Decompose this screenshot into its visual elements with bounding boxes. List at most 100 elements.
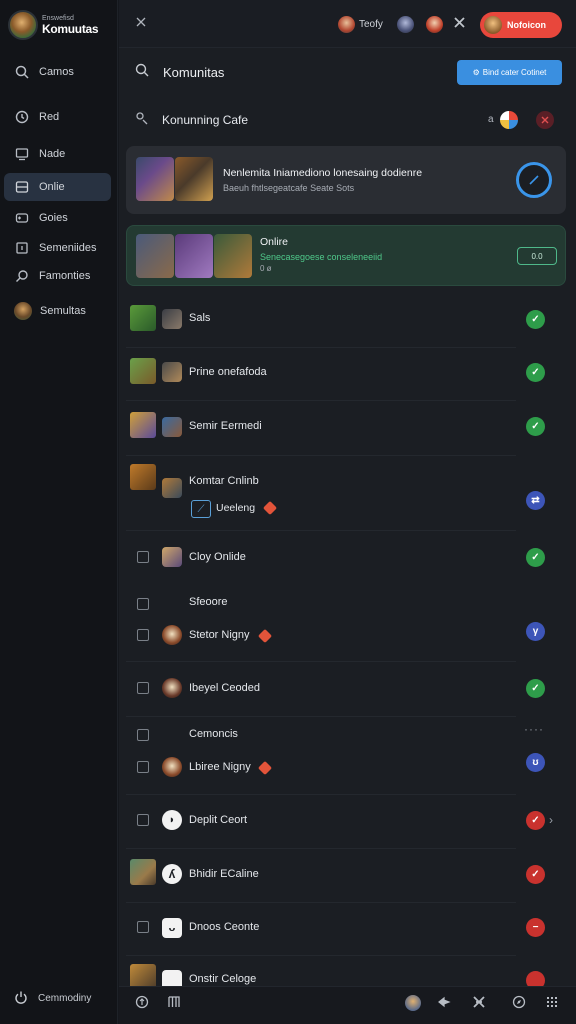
share-icon[interactable] [437,995,451,1012]
section-title: Konunning Cafe [162,113,249,127]
thumbnail [136,234,174,278]
checkbox[interactable] [137,551,149,563]
divider [126,902,516,903]
section-marker: a [488,114,494,125]
checkbox[interactable] [137,761,149,773]
check-icon[interactable] [516,162,552,198]
compass-icon[interactable] [512,995,526,1012]
row-label[interactable]: Stetor Nigny [189,629,250,641]
avatar [14,302,32,320]
columns-icon[interactable] [167,995,181,1012]
upload-icon[interactable] [135,995,149,1012]
divider [126,661,516,662]
row-label[interactable]: Dnoos Ceonte [189,921,259,933]
checkbox[interactable] [137,729,149,741]
user-icon[interactable]: ʊ [526,753,545,772]
avatar[interactable] [405,995,421,1011]
divider [126,400,516,401]
notify-label: Nofoicon [507,20,546,30]
sidebar-item-famonties[interactable]: Famonties [4,262,111,290]
sidebar-item-label: Semeniides [39,242,97,254]
sidebar-item-semultas[interactable]: Semultas [4,297,111,325]
avatar[interactable] [338,16,355,33]
divider [126,955,516,956]
card-subtitle: Baeuh fhtlsegeatcafe Seate Sots [223,183,355,193]
card-meta: 0 ø [260,264,272,273]
avatar [162,478,182,498]
close-icon[interactable] [453,16,466,32]
sidebar-item-onlie[interactable]: Onlie [4,173,111,201]
avatar [162,625,182,645]
sidebar-item-red[interactable]: Red [4,103,111,131]
chrome-icon[interactable] [500,111,518,129]
row-label[interactable]: Deplit Ceort [189,814,247,826]
sidebar-item-goies[interactable]: Goies [4,204,111,232]
divider [126,455,516,456]
alert-icon[interactable]: ✓ [526,865,545,884]
event-card[interactable]: Nenlemita Iniamediono lonesaing dodienre… [126,146,566,214]
divider [126,347,516,348]
brand-name: Komuutas [42,21,99,36]
user-icon[interactable]: γ [526,622,545,641]
row-label[interactable]: Prine onefafoda [189,366,267,378]
alert-icon[interactable]: ✓ [526,811,545,830]
shuffle-icon[interactable] [135,16,147,31]
app-icon: ʎ [162,864,182,884]
divider [126,848,516,849]
page-title: Komunitas [163,65,225,80]
row-label[interactable]: Ibeyel Ceoded [189,682,260,694]
row-label[interactable]: Komtar Cnlinb [189,475,259,487]
online-card[interactable]: Onlire Senecasegoese conseleneeiid 0 ø 0… [126,225,566,286]
avatar[interactable] [397,16,414,33]
more-icon[interactable]: ···· [524,722,544,736]
chevron-right-icon[interactable]: › [549,813,553,827]
row-label[interactable]: Onstir Celoge [189,973,256,985]
sidebar-item-label: Camos [39,66,74,78]
check-icon[interactable]: ✓ [526,548,545,567]
avatar [484,16,502,34]
check-icon[interactable]: ✓ [526,310,545,329]
notify-button[interactable]: Nofoicon [480,12,562,38]
status-pill[interactable]: 0.0 [517,247,557,265]
row-label[interactable]: Cloy Onlide [189,551,246,563]
cta-button[interactable]: ⚙ Bind cater Cotinet [457,60,562,85]
avatar [130,412,156,438]
checkbox[interactable] [137,682,149,694]
app-icon: ◗ [162,810,182,830]
puzzle-icon[interactable] [472,995,486,1012]
check-icon[interactable]: ✓ [526,679,545,698]
toolbar-text[interactable]: Teofy [359,19,383,30]
check-icon[interactable]: ✓ [526,417,545,436]
checkbox[interactable] [137,921,149,933]
sidebar-item-camos[interactable]: Camos [4,58,111,86]
row-label[interactable]: Semir Eermedi [189,420,262,432]
sidebar-item-nade[interactable]: Nade [4,140,111,168]
user-icon[interactable]: ⇄ [526,491,545,510]
avatar [162,309,182,329]
card-subtitle: Senecasegoese conseleneeiid [260,252,383,262]
check-icon[interactable]: ✓ [526,363,545,382]
thumbnail [175,157,213,201]
row-label[interactable]: Sals [189,312,210,324]
row-label[interactable]: Cemoncis [189,728,238,740]
row-label[interactable]: Bhidir ECaline [189,868,259,880]
card-title: Nenlemita Iniamediono lonesaing dodienre [223,167,423,179]
edit-icon[interactable]: ⟋ [191,500,211,518]
checkbox[interactable] [137,629,149,641]
sidebar-item-label: Semultas [40,305,86,317]
avatar[interactable] [426,16,443,33]
row-label[interactable]: Lbiree Nigny [189,761,251,773]
row-label[interactable]: Sfeoore [189,596,228,608]
checkbox[interactable] [137,598,149,610]
avatar [162,547,182,567]
gamepad-icon [14,210,30,226]
sidebar-item-semeniides[interactable]: Semeniides [4,234,111,262]
checkbox[interactable] [137,814,149,826]
search-icon[interactable] [135,63,149,80]
grid-icon[interactable] [545,995,559,1012]
sidebar-footer[interactable]: Cemmodiny [14,990,91,1007]
alert-icon[interactable]: − [526,918,545,937]
brand[interactable]: Enswefisd Komuutas [8,10,99,40]
thumbnail [136,157,174,201]
close-icon[interactable] [536,111,554,129]
